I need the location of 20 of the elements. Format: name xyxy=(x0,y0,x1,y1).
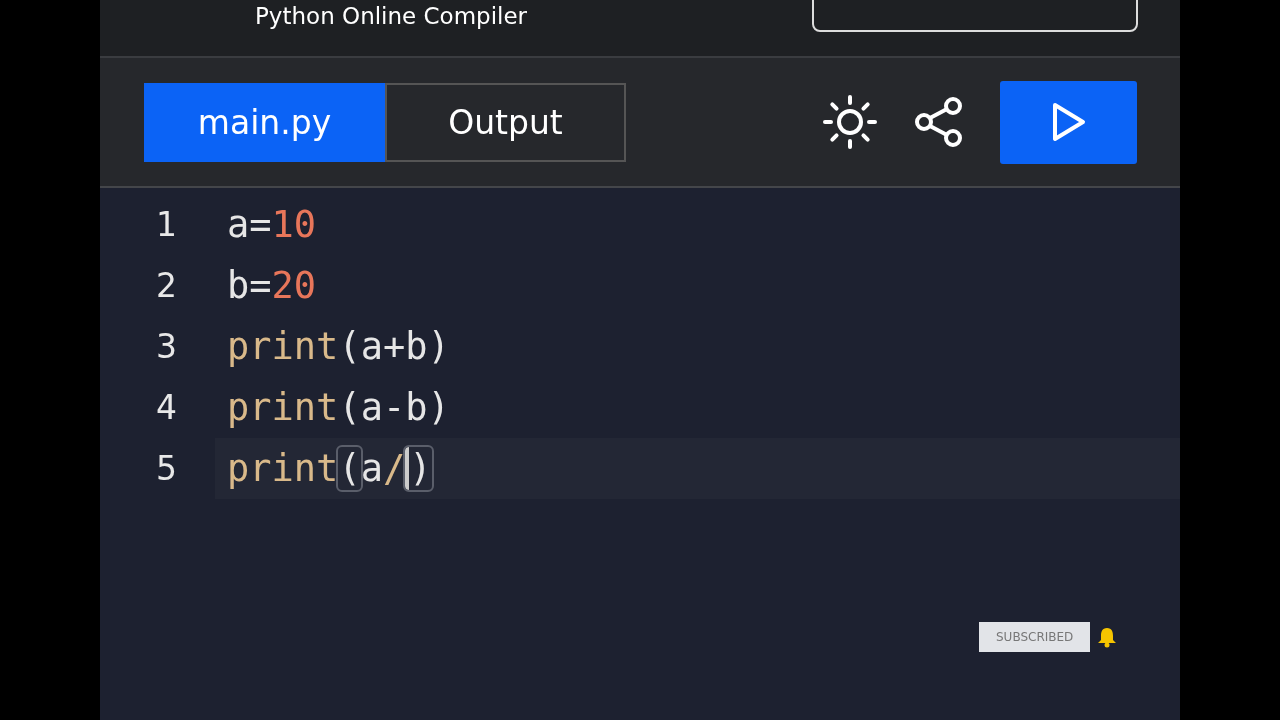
file-tab[interactable]: Output xyxy=(385,82,626,162)
code-line: print(a/) xyxy=(227,447,432,490)
line-number: 5 xyxy=(155,449,178,488)
line-number: 2 xyxy=(155,266,178,305)
line-number: 4 xyxy=(155,388,178,427)
subscribed-label: SUBSCRIBED xyxy=(979,622,1091,652)
code-line: print(a-b) xyxy=(227,386,450,429)
header-button[interactable] xyxy=(812,0,1138,32)
file-tab[interactable]: main.py xyxy=(144,82,385,162)
bell-icon xyxy=(1096,626,1119,648)
code-line: a=10 xyxy=(227,203,317,246)
run-button[interactable] xyxy=(1000,80,1137,164)
line-number: 1 xyxy=(155,205,178,244)
app-subtitle: Python Online Compiler xyxy=(255,3,528,29)
code-line: print(a+b) xyxy=(227,325,450,368)
code-line: b=20 xyxy=(227,264,317,307)
line-number: 3 xyxy=(155,327,178,366)
play-icon xyxy=(1050,102,1087,142)
sun-icon[interactable] xyxy=(822,94,878,150)
share-icon[interactable] xyxy=(914,96,964,148)
